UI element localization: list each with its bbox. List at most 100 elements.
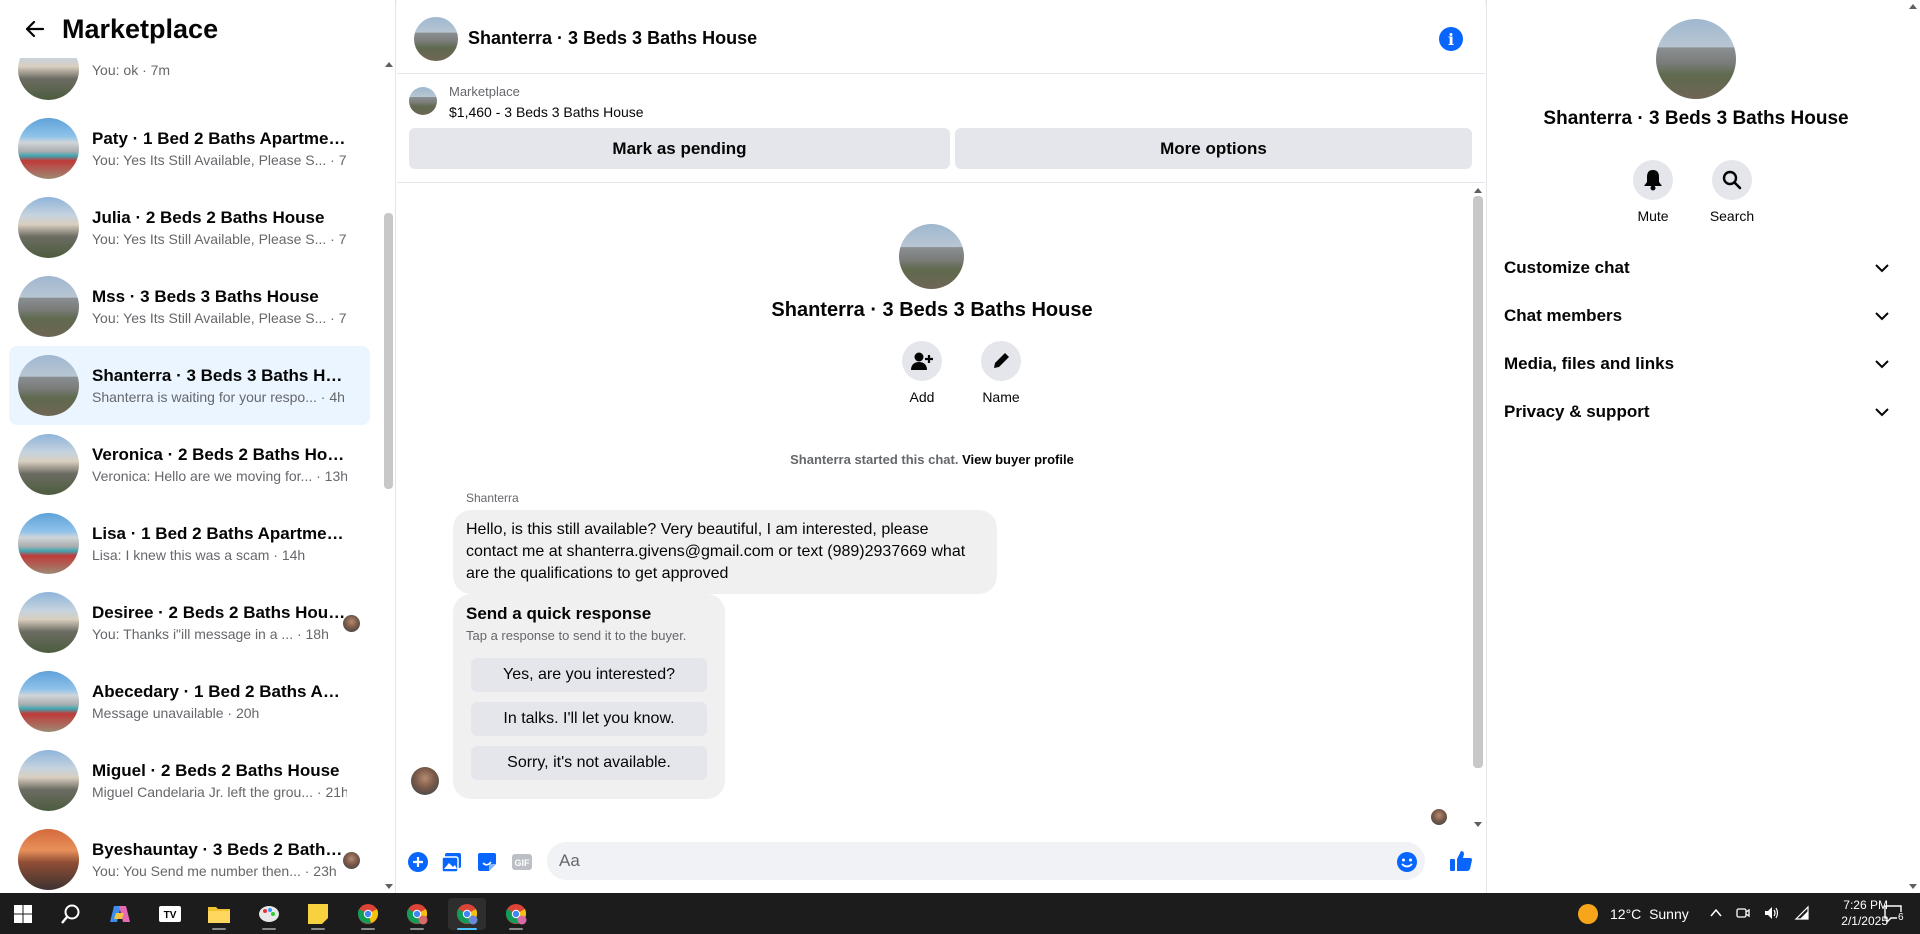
started-text: Shanterra started this chat. bbox=[790, 452, 959, 467]
scroll-up-arrow-icon[interactable] bbox=[1474, 188, 1482, 193]
sidebar-scrollbar[interactable] bbox=[381, 58, 395, 893]
conversation-text: Lisa · 1 Bed 2 Baths Apartment/c... Lisa:… bbox=[92, 523, 347, 565]
clock[interactable]: 7:26 PM 2/1/2025 bbox=[1828, 897, 1888, 929]
back-arrow-icon[interactable] bbox=[20, 14, 50, 44]
conversation-item[interactable]: Shanterra · 3 Beds 3 Baths House Shanterr… bbox=[9, 346, 370, 425]
weather-widget[interactable]: 12°C Sunny bbox=[1578, 893, 1689, 934]
info-icon[interactable]: i bbox=[1439, 27, 1463, 51]
view-buyer-profile-link[interactable]: View buyer profile bbox=[962, 452, 1074, 467]
conversation-item[interactable]: Mss · 3 Beds 3 Baths House You: Yes Its S… bbox=[9, 267, 370, 346]
paint-app-icon[interactable] bbox=[250, 898, 288, 930]
meet-now-icon[interactable] bbox=[1736, 905, 1750, 921]
wifi-icon[interactable] bbox=[1794, 905, 1810, 921]
listing-price[interactable]: $1,460 - 3 Beds 3 Baths House bbox=[449, 104, 644, 120]
scroll-up-arrow-icon[interactable] bbox=[1909, 4, 1917, 9]
gif-icon[interactable]: GIF bbox=[510, 850, 534, 874]
conversation-avatar bbox=[18, 276, 79, 337]
search-button[interactable]: Search bbox=[1697, 160, 1767, 224]
conversation-text: Veronica · 2 Beds 2 Baths House Veronica:… bbox=[92, 444, 347, 486]
conversation-preview: You: Thanks i"ill message in a ... · 18h bbox=[92, 625, 329, 642]
windows-start-icon[interactable] bbox=[4, 898, 42, 930]
chevron-down-icon bbox=[1875, 407, 1889, 416]
chat-started-notice: Shanterra started this chat. View buyer … bbox=[397, 452, 1467, 467]
conversation-item[interactable]: Lisa · 1 Bed 2 Baths Apartment/c... Lisa:… bbox=[9, 504, 370, 583]
chrome-profile-icon[interactable] bbox=[398, 898, 436, 930]
quick-reply-in-talks[interactable]: In talks. I'll let you know. bbox=[471, 702, 707, 736]
conversation-text: Miguel · 2 Beds 2 Baths House Miguel Cand… bbox=[92, 760, 347, 802]
details-scrollbar[interactable] bbox=[1905, 0, 1920, 893]
conversation-item[interactable]: Paty · 1 Bed 2 Baths Apartment/... You: Y… bbox=[9, 109, 370, 188]
more-options-button[interactable]: More options bbox=[955, 128, 1472, 169]
scroll-up-arrow-icon[interactable] bbox=[385, 62, 393, 67]
scroll-down-arrow-icon[interactable] bbox=[1474, 822, 1482, 827]
details-avatar[interactable] bbox=[1656, 19, 1736, 99]
mark-as-pending-button[interactable]: Mark as pending bbox=[409, 128, 950, 169]
plus-icon[interactable] bbox=[406, 850, 430, 874]
conversation-avatar bbox=[18, 592, 79, 653]
photo-icon[interactable] bbox=[440, 850, 464, 874]
sender-avatar[interactable] bbox=[411, 767, 439, 795]
clock-date: 2/1/2025 bbox=[1841, 914, 1888, 928]
chevron-up-icon[interactable] bbox=[1710, 905, 1722, 921]
message-thread: Shanterra · 3 Beds 3 Baths House Add Nam… bbox=[397, 184, 1485, 831]
notification-center[interactable]: 6 bbox=[1883, 904, 1905, 929]
sun-icon bbox=[1578, 903, 1598, 924]
chrome-icon[interactable] bbox=[349, 898, 387, 930]
conversation-sidebar: Marketplace You: ok · 7m Paty · 1 Bed 2 B… bbox=[0, 0, 396, 893]
clock-time: 7:26 PM bbox=[1843, 898, 1888, 912]
conversation-text: Byeshauntay · 3 Beds 2 Baths ... You: You… bbox=[92, 839, 347, 881]
mute-button[interactable]: Mute bbox=[1618, 160, 1688, 224]
conversation-item[interactable]: Desiree · 2 Beds 2 Baths House You: Thank… bbox=[9, 583, 370, 662]
scrollbar-thumb[interactable] bbox=[384, 213, 393, 489]
conversation-item[interactable]: Abecedary · 1 Bed 2 Baths Apart... Messag… bbox=[9, 662, 370, 741]
chrome-profile-icon-2[interactable] bbox=[497, 898, 535, 930]
search-icon[interactable] bbox=[52, 898, 90, 930]
listing-banner: Marketplace $1,460 - 3 Beds 3 Baths Hous… bbox=[397, 75, 1485, 183]
listing-label: Marketplace bbox=[449, 84, 520, 99]
conversation-name: Lisa · 1 Bed 2 Baths Apartment/c... bbox=[92, 523, 347, 543]
tradingview-icon[interactable]: TV bbox=[151, 898, 189, 930]
chat-avatar[interactable] bbox=[414, 16, 458, 61]
file-explorer-icon[interactable] bbox=[200, 898, 238, 930]
conversation-avatar bbox=[18, 434, 79, 495]
section-privacy-support[interactable]: Privacy & support bbox=[1504, 392, 1889, 432]
conversation-text: Paty · 1 Bed 2 Baths Apartment/... You: Y… bbox=[92, 128, 347, 170]
chat-title[interactable]: Shanterra · 3 Beds 3 Baths House bbox=[468, 28, 757, 49]
conversation-item[interactable]: Julia · 2 Beds 2 Baths House You: Yes Its… bbox=[9, 188, 370, 267]
add-button[interactable]: Add bbox=[892, 341, 952, 405]
conversation-text: Abecedary · 1 Bed 2 Baths Apart... Messag… bbox=[92, 681, 347, 723]
message-bubble[interactable]: Hello, is this still available? Very bea… bbox=[453, 510, 997, 594]
quick-response-card: Send a quick response Tap a response to … bbox=[453, 594, 725, 799]
conversation-item[interactable]: Veronica · 2 Beds 2 Baths House Veronica:… bbox=[9, 425, 370, 504]
scroll-down-arrow-icon[interactable] bbox=[385, 884, 393, 889]
emoji-icon[interactable] bbox=[1395, 850, 1419, 874]
sticky-notes-icon[interactable] bbox=[299, 898, 337, 930]
section-customize-chat[interactable]: Customize chat bbox=[1504, 248, 1889, 288]
conversation-name: Mss · 3 Beds 3 Baths House bbox=[92, 286, 319, 306]
quick-reply-yes[interactable]: Yes, are you interested? bbox=[471, 658, 707, 692]
name-button[interactable]: Name bbox=[971, 341, 1031, 405]
volume-icon[interactable] bbox=[1764, 905, 1780, 921]
conversation-name: Miguel · 2 Beds 2 Baths House bbox=[92, 760, 340, 780]
thumbs-up-icon[interactable] bbox=[1449, 849, 1473, 873]
scrollbar-thumb[interactable] bbox=[1473, 196, 1483, 768]
search-label: Search bbox=[1709, 208, 1755, 224]
scroll-down-arrow-icon[interactable] bbox=[1909, 884, 1917, 889]
sidebar-header: Marketplace bbox=[0, 0, 380, 58]
conversation-preview: Veronica: Hello are we moving for... · 1… bbox=[92, 467, 347, 484]
section-media-files-links[interactable]: Media, files and links bbox=[1504, 344, 1889, 384]
conversation-item[interactable]: Miguel · 2 Beds 2 Baths House Miguel Cand… bbox=[9, 741, 370, 820]
quick-reply-not-available[interactable]: Sorry, it's not available. bbox=[471, 746, 707, 780]
conversation-name: Veronica · 2 Beds 2 Baths House bbox=[92, 444, 347, 464]
conversation-avatar bbox=[18, 513, 79, 574]
chrome-profile-active-icon[interactable] bbox=[448, 898, 486, 930]
sticker-icon[interactable] bbox=[475, 850, 499, 874]
thread-scrollbar[interactable] bbox=[1470, 184, 1485, 831]
conversation-item[interactable]: You: ok · 7m bbox=[9, 58, 370, 109]
copilot-icon[interactable] bbox=[101, 898, 139, 930]
listing-thumbnail[interactable] bbox=[409, 87, 437, 115]
conversation-item[interactable]: Byeshauntay · 3 Beds 2 Baths ... You: You… bbox=[9, 820, 370, 893]
message-input[interactable] bbox=[547, 842, 1425, 880]
conversation-name: Desiree · 2 Beds 2 Baths House bbox=[92, 602, 347, 622]
section-chat-members[interactable]: Chat members bbox=[1504, 296, 1889, 336]
